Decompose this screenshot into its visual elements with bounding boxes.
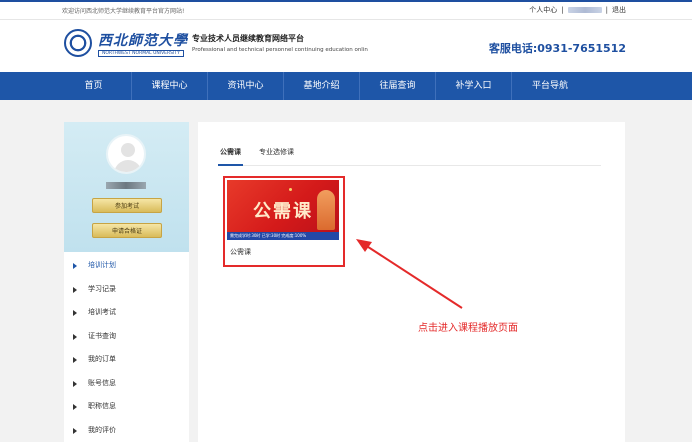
caret-right-icon (73, 427, 77, 434)
decoration-dot (289, 188, 292, 191)
tab-elective-courses[interactable]: 专业选修课 (257, 146, 296, 166)
main-panel: 公需课 专业选修课 (198, 122, 625, 442)
avatar (106, 134, 146, 174)
course-tabs: 公需课 专业选修课 (218, 146, 601, 166)
sidebar-item-certificate-query[interactable]: 证书查询 (64, 325, 189, 349)
university-seal-icon[interactable] (64, 29, 92, 57)
platform-subtitle: Professional and technical personnel con… (192, 47, 368, 53)
welcome-text: 欢迎访问西北师范大学继续教育平台官方网站! (62, 8, 185, 15)
sidebar-item-training-exam[interactable]: 培训考试 (64, 301, 189, 325)
sidebar-item-label: 培训计划 (88, 261, 116, 269)
nav-item-platform-nav[interactable]: 平台导航 (512, 72, 588, 100)
nav-item-course-center[interactable]: 课程中心 (132, 72, 208, 100)
sidebar-item-title-info[interactable]: 职称信息 (64, 395, 189, 419)
nav-item-home[interactable]: 首页 (56, 72, 132, 100)
sidebar-item-training-plan[interactable]: 培训计划 (64, 254, 189, 278)
sidebar-item-account-info[interactable]: 账号信息 (64, 372, 189, 396)
caret-right-icon (73, 333, 77, 340)
username-redacted (106, 182, 146, 189)
caret-right-icon (73, 263, 77, 269)
course-progress-stats: 需完成学时:30时 已学:30时 完成度:100% (227, 232, 339, 240)
profile-panel: 参加考试 申请合格证 (64, 122, 189, 252)
caret-right-icon (73, 404, 77, 410)
main-nav: 首页 课程中心 资讯中心 基地介绍 往届查询 补学入口 平台导航 (0, 72, 692, 100)
university-logo-subtitle: NORTHWEST NORMAL UNIVERSITY (98, 50, 184, 57)
caret-right-icon (73, 357, 77, 363)
caret-right-icon (73, 380, 77, 387)
nav-item-past-query[interactable]: 往届查询 (360, 72, 436, 100)
sidebar-item-label: 我的订单 (88, 355, 116, 363)
sidebar-item-label: 学习记录 (88, 284, 116, 293)
nav-item-base-intro[interactable]: 基地介绍 (284, 72, 360, 100)
user-center-link[interactable]: 个人中心 (529, 5, 557, 15)
sidebar-item-label: 培训考试 (88, 308, 116, 316)
apply-certificate-button[interactable]: 申请合格证 (92, 223, 162, 238)
university-logo-text[interactable]: 西北師范大學 (98, 30, 188, 50)
sidebar-item-label: 职称信息 (88, 402, 116, 410)
tab-public-courses[interactable]: 公需课 (218, 146, 243, 166)
username-redacted (567, 7, 602, 13)
caret-right-icon (73, 310, 77, 316)
top-bar: 欢迎访问西北师范大学继续教育平台官方网站! 个人中心 | | 退出 (0, 0, 692, 20)
sidebar-item-label: 账号信息 (88, 378, 116, 387)
sidebar-item-label: 我的评价 (88, 425, 116, 434)
sidebar-item-my-reviews[interactable]: 我的评价 (64, 419, 189, 442)
logout-link[interactable]: 退出 (612, 5, 626, 15)
sidebar-menu: 培训计划 学习记录 培训考试 证书查询 我的订单 账号信息 职称信息 我的评价 (64, 254, 189, 442)
link-separator: | (561, 6, 564, 14)
service-hotline: 客服电话:0931-7651512 (488, 42, 626, 55)
nav-item-makeup-entry[interactable]: 补学入口 (436, 72, 512, 100)
take-exam-button[interactable]: 参加考试 (92, 198, 162, 213)
sidebar-item-my-orders[interactable]: 我的订单 (64, 348, 189, 372)
course-thumbnail-title: 公需课 (253, 201, 313, 222)
course-thumbnail[interactable]: 公需课 需完成学时:30时 已学:30时 完成度:100% (227, 180, 339, 240)
site-header: 西北師范大學 NORTHWEST NORMAL UNIVERSITY 专业技术人… (0, 20, 692, 72)
link-separator: | (605, 6, 608, 14)
annotation-text: 点击进入课程播放页面 (418, 323, 518, 334)
course-name-link[interactable]: 公需课 (230, 247, 251, 257)
sidebar-item-study-record[interactable]: 学习记录 (64, 278, 189, 302)
sidebar: 参加考试 申请合格证 培训计划 学习记录 培训考试 证书查询 我的订单 账号信息… (64, 122, 189, 442)
nav-item-news-center[interactable]: 资讯中心 (208, 72, 284, 100)
sidebar-item-label: 证书查询 (88, 331, 116, 340)
caret-right-icon (73, 286, 77, 293)
top-links: 个人中心 | | 退出 (529, 5, 626, 15)
platform-title: 专业技术人员继续教育网络平台 (192, 34, 304, 43)
